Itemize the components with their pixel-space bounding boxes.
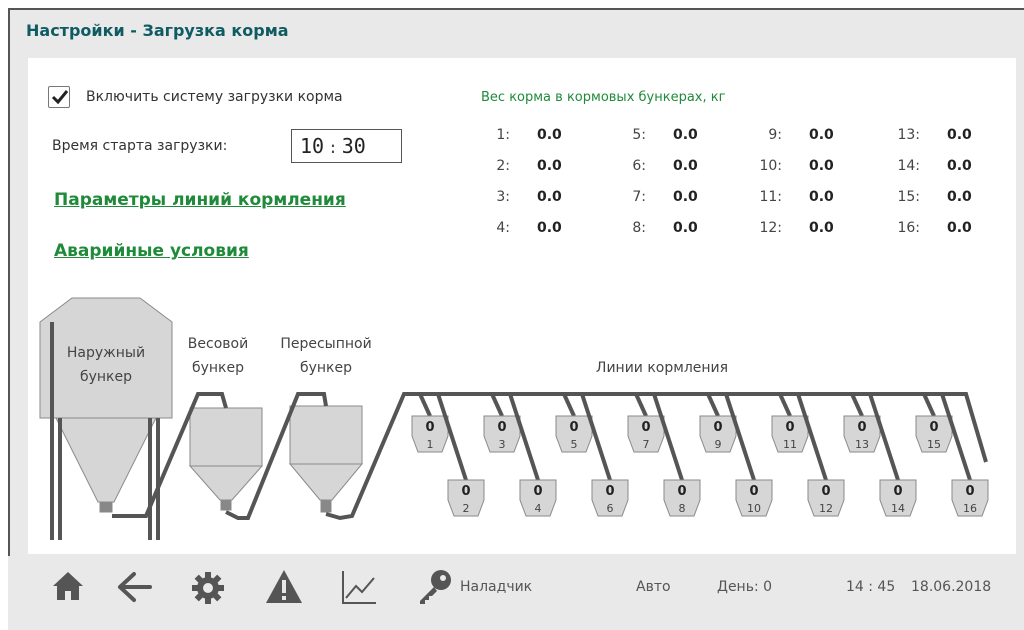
feeder-bin: 06 bbox=[580, 393, 629, 517]
current-date: 18.06.2018 bbox=[911, 579, 992, 595]
feeder-bin-value: 0 bbox=[461, 484, 470, 499]
feeder-bin-value: 0 bbox=[857, 420, 866, 435]
feed-system-diagram: Наружный бункер Весовой бункер Пересыпно… bbox=[39, 297, 989, 540]
feeder-bin-number: 7 bbox=[643, 438, 650, 451]
feeder-bin-value: 0 bbox=[929, 420, 938, 435]
feeder-bin-number: 3 bbox=[499, 438, 506, 451]
feeder-bin-number: 14 bbox=[891, 502, 905, 515]
weigh-bin-label-2: бункер bbox=[192, 360, 244, 376]
transfer-bin-body bbox=[289, 405, 363, 465]
feeder-bins: 010203040506070809010011012013014015016 bbox=[411, 393, 989, 517]
feeder-bin-value: 0 bbox=[965, 484, 974, 499]
feeder-bin-number: 8 bbox=[679, 502, 686, 515]
feeder-drop-pipe bbox=[922, 393, 936, 417]
weigh-bin-body bbox=[189, 407, 263, 467]
weigh-bin bbox=[188, 407, 264, 511]
feeder-bin-value: 0 bbox=[677, 484, 686, 499]
home-icon[interactable] bbox=[50, 568, 86, 604]
feeder-bin-value: 0 bbox=[533, 484, 542, 499]
feeder-bin-value: 0 bbox=[605, 484, 614, 499]
warning-icon[interactable] bbox=[264, 568, 304, 606]
transfer-bin-label-1: Пересыпной bbox=[280, 336, 371, 352]
feeder-drop-pipe bbox=[490, 393, 504, 417]
feeder-bin-number: 11 bbox=[783, 438, 797, 451]
feeder-bin: 04 bbox=[508, 393, 557, 517]
user-role: Наладчик bbox=[460, 579, 533, 595]
feeder-bin: 012 bbox=[796, 393, 845, 517]
feeder-bin-value: 0 bbox=[497, 420, 506, 435]
feeder-bin: 010 bbox=[724, 393, 773, 517]
feeder-bin-value: 0 bbox=[893, 484, 902, 499]
weigh-bin-cone bbox=[188, 465, 264, 501]
chart-icon[interactable] bbox=[340, 568, 378, 606]
feeder-drop-pipe bbox=[562, 393, 576, 417]
feeder-bin-number: 1 bbox=[427, 438, 434, 451]
back-arrow-icon[interactable] bbox=[116, 570, 154, 604]
feeder-bin-number: 15 bbox=[927, 438, 941, 451]
key-icon[interactable] bbox=[416, 566, 456, 606]
feeder-bin: 014 bbox=[868, 393, 917, 517]
feeder-bin-value: 0 bbox=[749, 484, 758, 499]
weigh-bin-valve bbox=[220, 499, 232, 511]
transfer-bin-label-2: бункер bbox=[300, 360, 352, 376]
outer-bin-label-2: бункер bbox=[80, 369, 132, 385]
feeder-bin-number: 12 bbox=[819, 502, 833, 515]
outer-bin-label-1: Наружный bbox=[67, 345, 145, 361]
feeder-bin-number: 2 bbox=[463, 502, 470, 515]
weigh-bin-label-1: Весовой bbox=[188, 336, 248, 352]
feeder-drop-pipe bbox=[850, 393, 864, 417]
feeder-bin-number: 9 bbox=[715, 438, 722, 451]
day-counter: День: 0 bbox=[717, 579, 773, 595]
feeder-bin-value: 0 bbox=[425, 420, 434, 435]
feeder-drop-pipe bbox=[706, 393, 720, 417]
feeder-bin-number: 5 bbox=[571, 438, 578, 451]
clock-time: 14 : 45 bbox=[846, 579, 896, 595]
feeder-bin: 016 bbox=[940, 393, 989, 517]
transfer-bin bbox=[288, 405, 364, 513]
feeder-bin-value: 0 bbox=[569, 420, 578, 435]
feeder-bin-number: 6 bbox=[607, 502, 614, 515]
transfer-bin-valve bbox=[320, 499, 332, 513]
feeder-bin-number: 13 bbox=[855, 438, 869, 451]
feeder-bin-number: 4 bbox=[535, 502, 542, 515]
feeder-drop-pipe bbox=[778, 393, 792, 417]
feeder-bin-value: 0 bbox=[821, 484, 830, 499]
feeder-drop-pipe bbox=[634, 393, 648, 417]
gear-icon[interactable] bbox=[190, 570, 226, 606]
mode-status: Авто bbox=[636, 579, 671, 595]
feeder-bin: 08 bbox=[652, 393, 701, 517]
transfer-bin-cone bbox=[288, 463, 364, 501]
feeder-bin-value: 0 bbox=[641, 420, 650, 435]
feeder-bin: 02 bbox=[436, 393, 485, 517]
outer-bin-valve bbox=[99, 501, 113, 513]
outer-bin-cone bbox=[55, 417, 157, 503]
feeder-bin-value: 0 bbox=[785, 420, 794, 435]
feeder-bin-value: 0 bbox=[713, 420, 722, 435]
feeding-lines-label: Линии кормления bbox=[596, 360, 728, 376]
feeder-drop-pipe bbox=[418, 393, 432, 417]
feeder-bin-number: 16 bbox=[963, 502, 977, 515]
feeder-bin-number: 10 bbox=[747, 502, 761, 515]
